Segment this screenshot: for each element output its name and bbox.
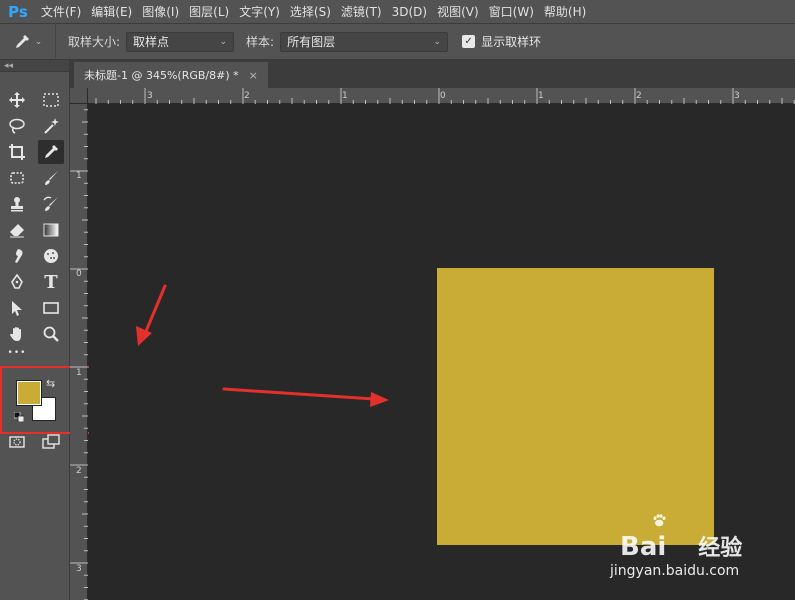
eyedropper-tool[interactable]	[38, 140, 64, 164]
magic-wand-tool[interactable]	[38, 114, 64, 138]
sponge-icon	[44, 249, 58, 263]
pen-tool[interactable]	[4, 270, 30, 294]
ruler-label: 1	[538, 91, 544, 101]
default-colors-icon[interactable]	[14, 412, 24, 422]
history-brush-icon	[43, 196, 58, 211]
lasso-tool[interactable]	[4, 114, 30, 138]
ruler-origin[interactable]	[70, 88, 88, 104]
move-icon	[9, 92, 25, 108]
pen-icon	[11, 273, 23, 289]
close-icon[interactable]: ×	[249, 69, 258, 82]
ruler-label: 3	[147, 91, 153, 101]
zoom-icon	[43, 326, 59, 342]
lasso-icon	[9, 118, 25, 134]
ruler-label: 1	[76, 171, 82, 181]
menu-type[interactable]: 文字(Y)	[234, 0, 285, 24]
history-brush-tool[interactable]	[38, 192, 64, 216]
ruler-label: 2	[244, 91, 250, 101]
ruler-label: 2	[76, 466, 82, 476]
rectangle-icon	[43, 302, 59, 314]
vertical-ruler[interactable]: 1 0 1 2 3	[70, 104, 88, 600]
zoom-tool[interactable]	[38, 322, 64, 346]
options-bar: ⌄ 取样大小: 取样点 ⌄ 样本: 所有图层 ⌄ ✓ 显示取样环	[0, 23, 795, 60]
type-tool[interactable]: T	[38, 270, 64, 294]
gradient-icon	[43, 223, 59, 237]
marquee-tool[interactable]	[38, 88, 64, 112]
ruler-label: 3	[734, 91, 740, 101]
document-tab[interactable]: 未标题-1 @ 345%(RGB/8#) * ×	[74, 62, 268, 88]
more-icon: •••	[7, 348, 27, 358]
sample-size-label: 取样大小:	[68, 35, 121, 49]
sample-select[interactable]: 所有图层 ⌄	[280, 31, 449, 52]
foreground-color-swatch[interactable]	[16, 380, 42, 406]
document-tab-bar: 未标题-1 @ 345%(RGB/8#) * ×	[70, 60, 795, 88]
eraser-icon	[10, 224, 24, 238]
sponge-tool[interactable]	[38, 244, 64, 268]
brush-icon	[45, 171, 58, 185]
patch-tool[interactable]	[4, 166, 30, 190]
eyedropper-icon	[45, 145, 58, 158]
watermark-brand-cn: 经验	[698, 536, 743, 561]
crop-icon	[9, 144, 25, 160]
crop-tool[interactable]	[4, 140, 30, 164]
smudge-icon	[15, 249, 23, 263]
path-select-icon	[12, 301, 22, 316]
menu-file[interactable]: 文件(F)	[36, 0, 86, 24]
sample-value: 所有图层	[287, 35, 336, 49]
sample-label: 样本:	[246, 35, 275, 49]
menu-bar: Ps 文件(F) 编辑(E) 图像(I) 图层(L) 文字(Y) 选择(S) 滤…	[0, 0, 795, 24]
gradient-tool[interactable]	[38, 218, 64, 242]
menu-layer[interactable]: 图层(L)	[184, 0, 234, 24]
document-tab-title: 未标题-1 @ 345%(RGB/8#) *	[84, 69, 239, 82]
ps-logo[interactable]: Ps	[0, 0, 36, 24]
show-ring-checkbox[interactable]: ✓	[462, 35, 476, 48]
brush-tool[interactable]	[38, 166, 64, 190]
menu-help[interactable]: 帮助(H)	[539, 0, 591, 24]
rectangle-tool[interactable]	[38, 296, 64, 320]
horizontal-ruler[interactable]: 3 2 1 0 1 2 3	[88, 88, 795, 104]
menu-view[interactable]: 视图(V)	[432, 0, 484, 24]
show-ring-label: 显示取样环	[481, 35, 542, 49]
document-canvas[interactable]	[437, 268, 714, 545]
type-icon: T	[44, 271, 58, 293]
ruler-label: 3	[76, 564, 82, 574]
menu-window[interactable]: 窗口(W)	[484, 0, 539, 24]
collapse-panel-icon[interactable]: ◂◂	[0, 60, 69, 72]
smudge-tool[interactable]	[4, 244, 30, 268]
screen-mode-icon	[42, 434, 60, 449]
move-tool[interactable]	[4, 88, 30, 112]
ruler-label: 0	[76, 269, 82, 279]
stamp-tool[interactable]	[4, 192, 30, 216]
ruler-label: 1	[76, 368, 82, 378]
stamp-icon	[11, 197, 23, 212]
eraser-tool[interactable]	[4, 218, 30, 242]
sample-size-value: 取样点	[133, 35, 170, 49]
more-tools-button[interactable]: •••	[4, 346, 30, 360]
magic-wand-icon	[44, 118, 59, 134]
eyedropper-icon	[15, 34, 29, 48]
chevron-down-icon: ⌄	[219, 36, 228, 47]
menu-filter[interactable]: 滤镜(T)	[336, 0, 387, 24]
hand-tool[interactable]	[4, 322, 30, 346]
menu-image[interactable]: 图像(I)	[137, 0, 184, 24]
watermark-brand: Bai 经验	[620, 530, 742, 562]
menu-select[interactable]: 选择(S)	[285, 0, 336, 24]
hand-icon	[10, 327, 21, 341]
chevron-down-icon: ⌄	[433, 36, 442, 47]
ruler-label: 2	[636, 91, 642, 101]
watermark-url: jingyan.baidu.com	[610, 563, 740, 579]
marquee-icon	[43, 93, 59, 107]
patch-icon	[10, 172, 24, 184]
chevron-down-icon: ⌄	[34, 36, 43, 47]
quick-mask-icon	[9, 436, 25, 448]
menu-edit[interactable]: 编辑(E)	[86, 0, 137, 24]
ruler-label: 0	[440, 91, 446, 101]
swap-colors-icon[interactable]: ⇆	[46, 377, 55, 390]
tool-preset-picker[interactable]: ⌄	[0, 23, 56, 60]
menu-3d[interactable]: 3D(D)	[387, 0, 432, 24]
path-select-tool[interactable]	[4, 296, 30, 320]
ruler-label: 1	[342, 91, 348, 101]
watermark-brand-text: Bai	[620, 532, 667, 562]
sample-size-select[interactable]: 取样点 ⌄	[126, 31, 235, 52]
